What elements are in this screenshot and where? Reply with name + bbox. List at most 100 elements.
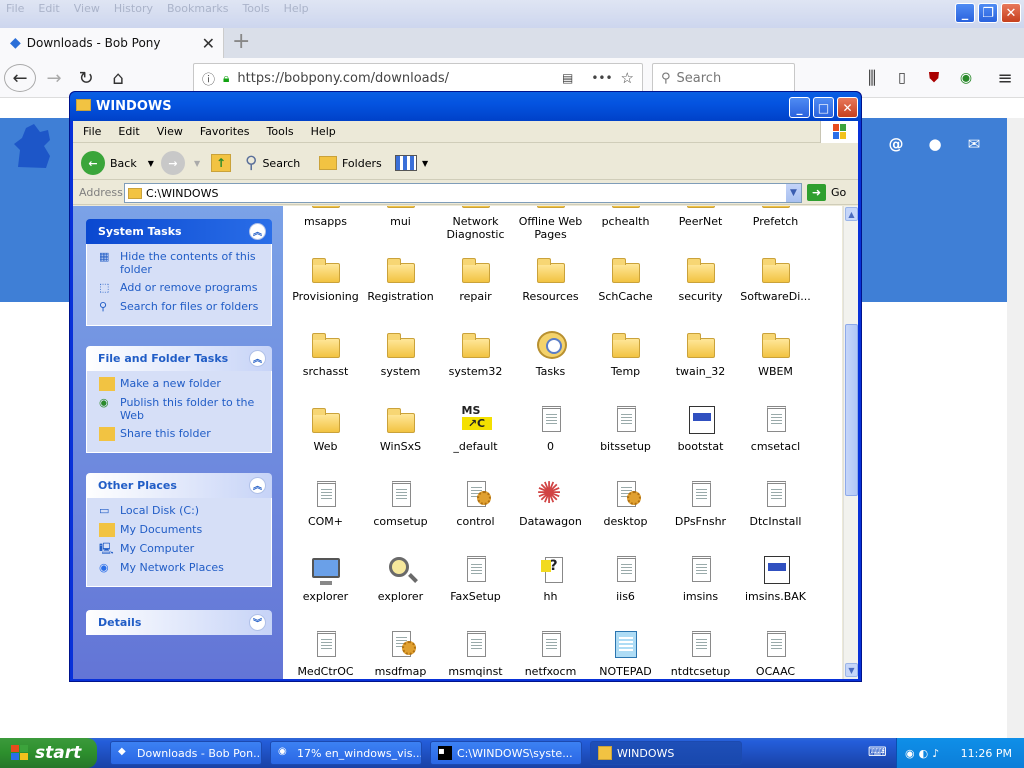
ff-menu-history[interactable]: History — [114, 2, 153, 15]
file-item[interactable]: OCAAC — [738, 622, 813, 679]
share-folder-task[interactable]: Share this folder — [99, 427, 261, 441]
file-item[interactable]: twain_32 — [663, 322, 738, 397]
file-item[interactable]: imsins — [663, 547, 738, 622]
file-item[interactable]: pchealth — [588, 206, 663, 247]
file-item[interactable]: WBEM — [738, 322, 813, 397]
browser-tab[interactable]: ◆ Downloads - Bob Pony ✕ — [0, 28, 224, 58]
file-item[interactable]: ✺ Datawagon — [513, 472, 588, 547]
reader-view-icon[interactable]: ▤ — [562, 71, 573, 85]
details-header[interactable]: Details ︾ — [86, 610, 272, 635]
browser-close-button[interactable]: ✕ — [1001, 3, 1021, 23]
file-item[interactable]: msdfmap — [363, 622, 438, 679]
file-item[interactable]: desktop — [588, 472, 663, 547]
search-files-task[interactable]: ⚲ Search for files or folders — [99, 300, 261, 314]
file-item[interactable]: control — [438, 472, 513, 547]
go-button[interactable]: ➜ Go — [807, 184, 846, 201]
extension-globe-icon[interactable]: ◉ — [956, 64, 976, 92]
collapse-chevron-icon[interactable]: ︽ — [249, 223, 266, 240]
home-icon[interactable]: ⌂ — [104, 64, 132, 92]
github-icon[interactable]: ● — [926, 135, 944, 153]
file-item[interactable]: WinSxS — [363, 397, 438, 472]
up-folder-button[interactable]: ↑ — [211, 150, 231, 176]
add-remove-programs-task[interactable]: ⬚ Add or remove programs — [99, 281, 261, 295]
file-item[interactable]: imsins.BAK — [738, 547, 813, 622]
file-item[interactable]: Web — [288, 397, 363, 472]
ff-menu-help[interactable]: Help — [284, 2, 309, 15]
file-item[interactable]: ntdtcsetup — [663, 622, 738, 679]
file-view-scrollbar[interactable]: ▲ ▼ — [843, 206, 858, 679]
page-scrollbar[interactable] — [1007, 118, 1024, 738]
clock[interactable]: 11:26 PM — [961, 747, 1012, 760]
file-item[interactable]: msapps — [288, 206, 363, 247]
menu-edit[interactable]: Edit — [118, 125, 139, 138]
menu-view[interactable]: View — [157, 125, 183, 138]
file-item[interactable]: netfxocm — [513, 622, 588, 679]
file-item[interactable]: msmqinst — [438, 622, 513, 679]
menu-help[interactable]: Help — [311, 125, 336, 138]
back-dropdown-icon[interactable]: ▼ — [148, 159, 154, 168]
scroll-down-icon[interactable]: ▼ — [845, 663, 858, 677]
info-icon[interactable]: ⓘ — [202, 69, 215, 88]
browser-minimize-button[interactable]: _ — [955, 3, 975, 23]
menu-tools[interactable]: Tools — [267, 125, 294, 138]
file-item[interactable]: cmsetacl — [738, 397, 813, 472]
window-maximize-button[interactable]: □ — [813, 97, 834, 118]
system-tasks-header[interactable]: System Tasks ︽ — [86, 219, 272, 244]
address-dropdown-icon[interactable]: ▼ — [785, 184, 801, 202]
my-documents-link[interactable]: My Documents — [99, 523, 261, 537]
file-item[interactable]: DtcInstall — [738, 472, 813, 547]
start-button[interactable]: start — [0, 738, 97, 768]
file-item[interactable]: Tasks — [513, 322, 588, 397]
scroll-thumb[interactable] — [845, 324, 858, 496]
menu-hamburger-icon[interactable]: ≡ — [994, 64, 1016, 92]
ff-menu-edit[interactable]: Edit — [38, 2, 59, 15]
address-field[interactable]: C:\WINDOWS ▼ — [124, 183, 802, 203]
menu-favorites[interactable]: Favorites — [200, 125, 250, 138]
file-item[interactable]: ? hh — [513, 547, 588, 622]
views-button[interactable]: ▼ — [395, 150, 428, 176]
file-item[interactable]: Network Diagnostic — [438, 206, 513, 247]
window-titlebar[interactable]: WINDOWS _ □ ✕ — [70, 92, 861, 121]
file-item[interactable]: SoftwareDi... — [738, 247, 813, 322]
file-item[interactable]: explorer — [363, 547, 438, 622]
url-text[interactable]: https://bobpony.com/downloads/ — [237, 71, 554, 86]
keyboard-icon[interactable]: ⌨ — [868, 745, 887, 760]
file-item[interactable]: 0 — [513, 397, 588, 472]
file-item[interactable]: bitssetup — [588, 397, 663, 472]
search-button[interactable]: ⚲ Search — [245, 150, 300, 176]
new-tab-icon[interactable]: + — [232, 29, 250, 54]
bookmark-star-icon[interactable]: ☆ — [621, 69, 634, 87]
publish-web-task[interactable]: ◉ Publish this folder to the Web — [99, 396, 261, 422]
ff-menu-bookmarks[interactable]: Bookmarks — [167, 2, 228, 15]
menu-file[interactable]: File — [83, 125, 101, 138]
speaker-tray-icon[interactable]: ♪ — [932, 747, 939, 760]
library-icon[interactable]: ⫼ — [860, 64, 884, 92]
file-item[interactable]: comsetup — [363, 472, 438, 547]
file-item[interactable]: mui — [363, 206, 438, 247]
local-disk-link[interactable]: ▭ Local Disk (C:) — [99, 504, 261, 518]
file-item[interactable]: bootstat — [663, 397, 738, 472]
url-bar[interactable]: ⓘ 🔒︎ https://bobpony.com/downloads/ ▤ ••… — [193, 63, 643, 93]
my-computer-link[interactable]: 🖳 My Computer — [99, 542, 261, 556]
forward-arrow-icon[interactable]: → — [40, 64, 68, 92]
hide-contents-task[interactable]: ▦ Hide the contents of this folder — [99, 250, 261, 276]
new-folder-task[interactable]: Make a new folder — [99, 377, 261, 391]
file-item[interactable]: Temp — [588, 322, 663, 397]
collapse-chevron-icon[interactable]: ︽ — [249, 477, 266, 494]
back-button[interactable]: ← Back ▼ — [81, 150, 154, 176]
file-item[interactable]: COM+ — [288, 472, 363, 547]
search-bar[interactable]: ⚲ Search — [652, 63, 795, 93]
sidebar-icon[interactable]: ▯ — [891, 64, 913, 92]
ublock-icon[interactable]: ⛊ — [924, 64, 944, 92]
file-item[interactable]: SchCache — [588, 247, 663, 322]
file-item[interactable]: iis6 — [588, 547, 663, 622]
scroll-up-icon[interactable]: ▲ — [845, 207, 858, 221]
file-item[interactable]: MS ↗C _default — [438, 397, 513, 472]
taskbar-item-windows-folder[interactable]: WINDOWS — [590, 741, 742, 765]
file-item[interactable]: PeerNet — [663, 206, 738, 247]
forward-dropdown-icon[interactable]: ▼ — [194, 159, 200, 168]
back-arrow-icon[interactable]: ← — [4, 64, 36, 92]
file-item[interactable]: security — [663, 247, 738, 322]
other-places-header[interactable]: Other Places ︽ — [86, 473, 272, 498]
window-close-button[interactable]: ✕ — [837, 97, 858, 118]
